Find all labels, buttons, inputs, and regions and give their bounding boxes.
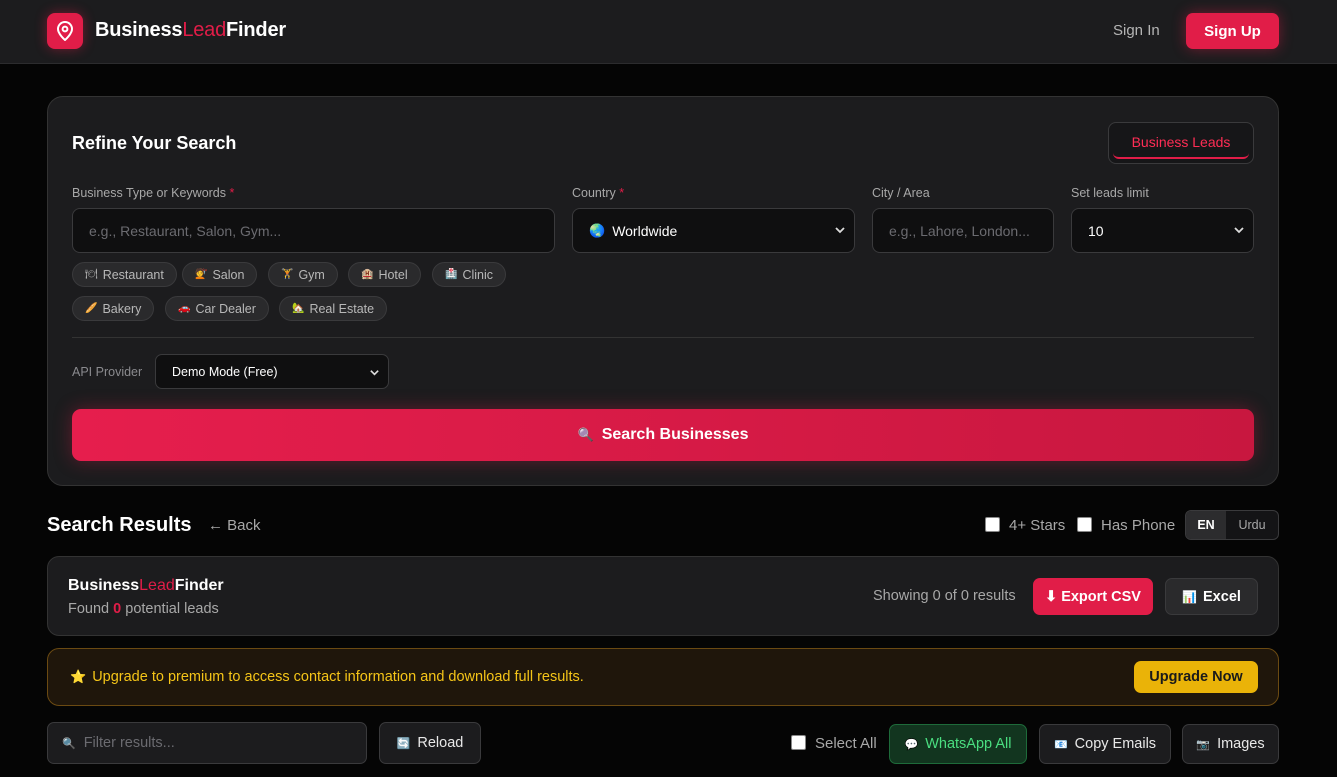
limit-label: Set leads limit	[1071, 186, 1149, 200]
hotel-icon: 🏨	[361, 269, 374, 280]
placeholder-text: e.g., Restaurant, Salon, Gym...	[89, 222, 282, 239]
lang-urdu-button[interactable]: Urdu	[1226, 511, 1278, 539]
car-icon: 🚗	[178, 303, 191, 314]
back-link[interactable]: ← Back	[208, 517, 261, 534]
divider	[72, 337, 1254, 338]
city-input[interactable]: e.g., Lahore, London...	[872, 208, 1054, 253]
top-header: BusinessLeadFinder Sign In Sign Up	[0, 0, 1337, 64]
email-icon: 📧	[1053, 738, 1068, 751]
lang-en-button[interactable]: EN	[1186, 511, 1226, 539]
phone-filter-label[interactable]: Has Phone	[1101, 517, 1175, 534]
country-select[interactable]: 🌏 Worldwide	[572, 208, 855, 253]
country-label: Country *	[572, 186, 625, 200]
brand-part: Business	[95, 19, 183, 41]
search-businesses-button[interactable]: 🔍 Search Businesses	[72, 409, 1254, 461]
excel-button[interactable]: 📊 Excel	[1165, 578, 1258, 615]
download-icon: ⬇	[1045, 588, 1058, 605]
search-button-label: Search Businesses	[601, 426, 749, 443]
house-icon: 🏡	[292, 303, 305, 314]
chip-salon[interactable]: 💇 Salon	[182, 262, 258, 287]
country-value: Worldwide	[612, 222, 678, 239]
chart-icon: 📊	[1182, 589, 1198, 604]
brand-part: Finder	[226, 19, 286, 41]
found-count: 0	[113, 601, 122, 617]
stars-filter-label[interactable]: 4+ Stars	[1009, 517, 1065, 534]
business-type-input[interactable]: e.g., Restaurant, Salon, Gym...	[72, 208, 555, 253]
chip-gym[interactable]: 🏋 Gym	[268, 262, 338, 287]
results-summary-card: BusinessLeadFinder Found 0 potential lea…	[47, 556, 1279, 636]
chip-car-dealer[interactable]: 🚗 Car Dealer	[165, 296, 269, 321]
chip-clinic[interactable]: 🏥 Clinic	[432, 262, 507, 287]
chat-icon: 💬	[904, 738, 919, 751]
reload-button[interactable]: 🔄 Reload	[379, 722, 481, 764]
select-all-label[interactable]: Select All	[815, 735, 877, 752]
sign-in-link[interactable]: Sign In	[1113, 22, 1160, 39]
card-title: Refine Your Search	[72, 133, 237, 153]
language-toggle: EN Urdu	[1185, 510, 1279, 540]
reload-icon: 🔄	[396, 737, 411, 750]
filter-results-input[interactable]: 🔍 Filter results...	[47, 722, 367, 764]
brand-part-accent: Lead	[182, 19, 227, 41]
business-type-label: Business Type or Keywords *	[72, 186, 235, 200]
api-provider-value: Demo Mode (Free)	[172, 364, 278, 379]
stars-filter-checkbox[interactable]	[985, 517, 1000, 532]
upgrade-banner: ⭐ Upgrade to premium to access contact in…	[47, 648, 1279, 706]
placeholder-text: e.g., Lahore, London...	[889, 222, 1030, 239]
upgrade-message: ⭐ Upgrade to premium to access contact in…	[70, 669, 584, 685]
results-title: Search Results	[47, 514, 192, 536]
salon-icon: 💇	[195, 269, 208, 280]
map-pin-icon[interactable]	[47, 13, 83, 49]
restaurant-icon: 🍽	[85, 269, 98, 280]
api-provider-select[interactable]: Demo Mode (Free)	[155, 354, 389, 389]
bakery-icon: 🥖	[85, 303, 98, 314]
tab-business-leads[interactable]: Business Leads	[1108, 122, 1254, 164]
city-label: City / Area	[872, 186, 930, 200]
chip-restaurant[interactable]: 🍽 Restaurant	[72, 262, 177, 287]
showing-results-text: Showing 0 of 0 results	[873, 588, 1016, 604]
gym-icon: 🏋	[281, 269, 294, 280]
limit-select[interactable]: 10	[1071, 208, 1254, 253]
images-button[interactable]: 📷 Images	[1182, 724, 1279, 764]
chevron-down-icon	[1234, 227, 1244, 234]
search-card: Refine Your Search Business Leads Busine…	[47, 96, 1279, 486]
api-provider-label: API Provider	[72, 365, 143, 379]
globe-icon: 🌏	[589, 222, 606, 238]
brand-logo[interactable]: BusinessLeadFinder	[95, 19, 286, 42]
camera-icon: 📷	[1196, 738, 1211, 751]
search-icon: 🔍	[577, 427, 594, 442]
star-icon: ⭐	[70, 669, 87, 684]
chip-hotel[interactable]: 🏨 Hotel	[348, 262, 421, 287]
whatsapp-all-button[interactable]: 💬 WhatsApp All	[889, 724, 1027, 764]
copy-emails-button[interactable]: 📧 Copy Emails	[1039, 724, 1171, 764]
sign-up-button[interactable]: Sign Up	[1186, 13, 1279, 49]
found-count-text: Found 0 potential leads	[68, 601, 219, 617]
limit-value: 10	[1088, 222, 1104, 239]
tab-label: Business Leads	[1113, 127, 1249, 159]
chip-bakery[interactable]: 🥖 Bakery	[72, 296, 155, 321]
clinic-icon: 🏥	[445, 269, 458, 280]
summary-brand: BusinessLeadFinder	[68, 577, 224, 594]
search-icon: 🔍	[62, 737, 76, 750]
export-csv-button[interactable]: ⬇ Export CSV	[1033, 578, 1153, 615]
upgrade-now-button[interactable]: Upgrade Now	[1134, 661, 1258, 693]
placeholder-text: Filter results...	[83, 735, 175, 751]
chevron-down-icon	[835, 227, 845, 234]
select-all-checkbox[interactable]	[791, 735, 806, 750]
chip-real-estate[interactable]: 🏡 Real Estate	[279, 296, 388, 321]
phone-filter-checkbox[interactable]	[1077, 517, 1092, 532]
chevron-down-icon	[370, 370, 379, 376]
